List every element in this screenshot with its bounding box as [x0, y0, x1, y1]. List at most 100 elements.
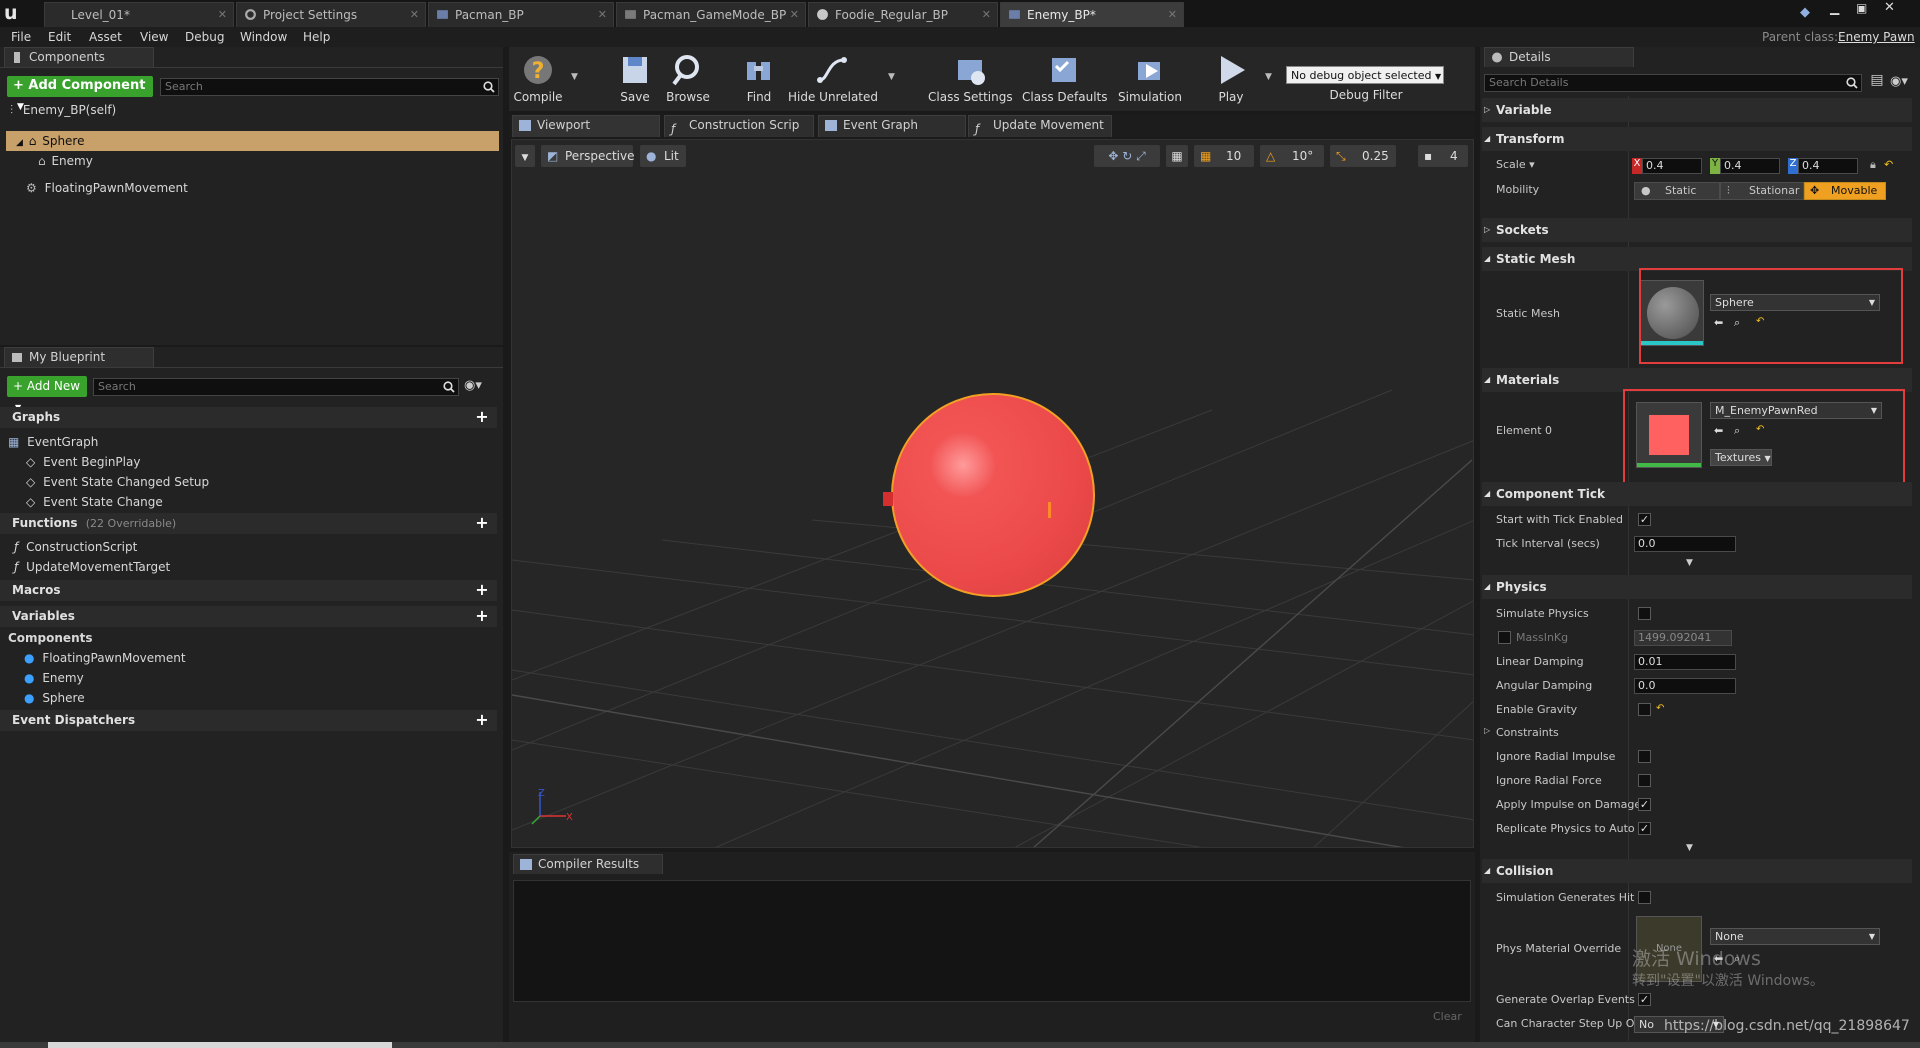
mobility-movable-button[interactable]: ✥ Movable [1804, 182, 1886, 200]
apply-impulse-checkbox[interactable]: ✓ [1638, 798, 1651, 811]
save-button[interactable]: Save [612, 50, 658, 106]
tab-update-movement[interactable]: ƒ Update Movement [968, 115, 1112, 137]
constraints-row[interactable]: ▷ Constraints [1482, 723, 1920, 743]
category-transform[interactable]: ◢ Transform [1482, 127, 1912, 151]
scale-label[interactable]: Scale ▾ [1496, 158, 1535, 171]
variable-item-enemy[interactable]: ● Enemy [24, 669, 84, 687]
menu-view[interactable]: View [140, 27, 168, 47]
menu-help[interactable]: Help [303, 27, 330, 47]
ignore-radial-force-checkbox[interactable] [1638, 774, 1651, 787]
details-search-input[interactable]: Search Details [1484, 74, 1862, 92]
tick-interval-field[interactable]: 0.0 [1634, 536, 1736, 552]
linear-damping-field[interactable]: 0.01 [1634, 654, 1736, 670]
tab-event-graph[interactable]: Event Graph [818, 115, 966, 137]
generate-overlap-checkbox[interactable]: ✓ [1638, 993, 1651, 1006]
graph-item-eventgraph[interactable]: ▦ EventGraph [8, 433, 98, 451]
mass-override-checkbox[interactable] [1498, 631, 1511, 644]
close-icon[interactable]: ✕ [1168, 3, 1177, 27]
menu-edit[interactable]: Edit [48, 27, 71, 47]
debug-object-dropdown[interactable]: No debug object selected ▼ [1286, 66, 1444, 84]
add-dispatcher-button[interactable]: + [475, 712, 489, 728]
viewport-options-button[interactable]: ▼ [515, 145, 535, 167]
angular-damping-field[interactable]: 0.0 [1634, 678, 1736, 694]
tab-viewport[interactable]: Viewport [512, 115, 660, 137]
doc-tab-foodie-regular-bp[interactable]: ✕ Foodie_Regular_BP [808, 2, 998, 27]
reset-arrow-icon[interactable]: ↶ [1656, 703, 1664, 714]
add-variable-button[interactable]: + [475, 608, 489, 624]
menu-file[interactable]: File [11, 27, 31, 47]
add-new-button[interactable]: + Add New ▼ [7, 376, 87, 412]
components-subsection[interactable]: Components [8, 629, 93, 647]
perspective-button[interactable]: ◩ Perspective [541, 145, 635, 167]
variable-item-sphere[interactable]: ● Sphere [24, 689, 85, 707]
close-window-button[interactable]: ✕ [1884, 0, 1900, 16]
graph-item-state-change[interactable]: ◇ Event State Change [26, 493, 163, 511]
close-icon[interactable]: ✕ [598, 3, 607, 27]
scale-y-field[interactable]: 0.4 [1720, 158, 1780, 174]
menu-debug[interactable]: Debug [185, 27, 224, 47]
viewport[interactable]: X Z [511, 139, 1474, 848]
lit-button[interactable]: ● Lit [640, 145, 686, 167]
expand-advanced-icon[interactable]: ▼ [1686, 843, 1700, 853]
category-variable[interactable]: ▷ Variable [1482, 98, 1912, 122]
play-options-chevron-icon[interactable]: ▼ [1265, 72, 1275, 82]
view-options-eye-icon[interactable]: ◉▾ [464, 378, 494, 396]
add-graph-button[interactable]: + [475, 409, 489, 425]
variable-item-floatingpawnmovement[interactable]: ● FloatingPawnMovement [24, 649, 186, 667]
tab-construction-script[interactable]: ƒ Construction Scrip [664, 115, 814, 137]
world-local-toggle-icon[interactable]: ▦ [1166, 145, 1188, 167]
property-matrix-icon[interactable]: ▤ [1866, 72, 1888, 92]
class-settings-button[interactable]: Class Settings [928, 50, 1013, 106]
section-graphs[interactable]: Graphs + [0, 407, 497, 428]
horizontal-scrollbar-thumb[interactable] [48, 1042, 392, 1048]
graph-item-beginplay[interactable]: ◇ Event BeginPlay [26, 453, 140, 471]
compile-options-chevron-icon[interactable]: ▼ [571, 72, 581, 82]
class-defaults-button[interactable]: Class Defaults [1022, 50, 1107, 106]
doc-tab-level[interactable]: ✕ Level_01* [44, 2, 234, 27]
component-item-sphere[interactable]: ◢ ⌂ Sphere [16, 132, 84, 150]
play-button[interactable]: Play [1206, 50, 1256, 106]
parent-class-link[interactable]: Enemy Pawn [1838, 27, 1915, 47]
components-search-input[interactable]: Search [160, 78, 499, 96]
add-component-button[interactable]: + Add Component ▼ [7, 76, 153, 112]
simulate-physics-checkbox[interactable] [1638, 607, 1651, 620]
tab-my-blueprint[interactable]: My Blueprint [4, 347, 154, 367]
find-button[interactable]: Find [738, 50, 780, 106]
scale-x-field[interactable]: 0.4 [1642, 158, 1702, 174]
mobility-stationary-button[interactable]: ⫶ Stationar [1720, 182, 1804, 200]
menu-asset[interactable]: Asset [89, 27, 122, 47]
component-item-floatingpawnmovement[interactable]: ⚙ FloatingPawnMovement [26, 179, 188, 197]
grid-snap-button[interactable]: ▦ 10 [1194, 145, 1254, 167]
tab-compiler-results[interactable]: Compiler Results [513, 854, 663, 874]
section-event-dispatchers[interactable]: Event Dispatchers + [0, 710, 497, 731]
component-item-enemy[interactable]: ⌂ Enemy [38, 152, 93, 170]
hide-unrelated-button[interactable]: Hide Unrelated [788, 50, 878, 106]
function-item-updatemovementtarget[interactable]: ƒ UpdateMovementTarget [14, 558, 170, 576]
clear-button[interactable]: Clear [1433, 1010, 1462, 1023]
start-tick-checkbox[interactable]: ✓ [1638, 513, 1651, 526]
doc-tab-pacman-gamemode-bp[interactable]: ✕ Pacman_GameMode_BP [616, 2, 806, 27]
compile-button[interactable]: ? Compile [510, 50, 566, 106]
mobility-static-button[interactable]: ● Static [1634, 182, 1720, 200]
doc-tab-project-settings[interactable]: ✕ Project Settings [236, 2, 426, 27]
notification-icon[interactable]: ◆ [1800, 5, 1816, 20]
phys-material-dropdown[interactable]: None ▼ [1710, 928, 1880, 945]
camera-speed-button[interactable]: ▪ 4 [1418, 145, 1468, 167]
lock-icon[interactable]: 🔒︎ [1870, 158, 1876, 172]
minimize-button[interactable]: ▁ [1830, 1, 1846, 17]
scale-z-field[interactable]: 0.4 [1798, 158, 1858, 174]
menu-window[interactable]: Window [240, 27, 287, 47]
close-icon[interactable]: ✕ [790, 3, 799, 27]
category-physics[interactable]: ◢ Physics [1482, 575, 1912, 599]
section-macros[interactable]: Macros + [0, 580, 497, 601]
component-self-item[interactable]: ⫶ Enemy_BP(self) [10, 101, 116, 119]
view-options-eye-icon[interactable]: ◉▾ [1890, 74, 1918, 92]
add-function-button[interactable]: + [475, 515, 489, 531]
section-variables[interactable]: Variables + [0, 606, 497, 627]
function-item-constructionscript[interactable]: ƒ ConstructionScript [14, 538, 137, 556]
enable-gravity-checkbox[interactable] [1638, 703, 1651, 716]
close-icon[interactable]: ✕ [410, 3, 419, 27]
category-collision[interactable]: ◢ Collision [1482, 859, 1912, 883]
graph-item-state-changed-setup[interactable]: ◇ Event State Changed Setup [26, 473, 209, 491]
rotation-snap-button[interactable]: △ 10° [1260, 145, 1324, 167]
